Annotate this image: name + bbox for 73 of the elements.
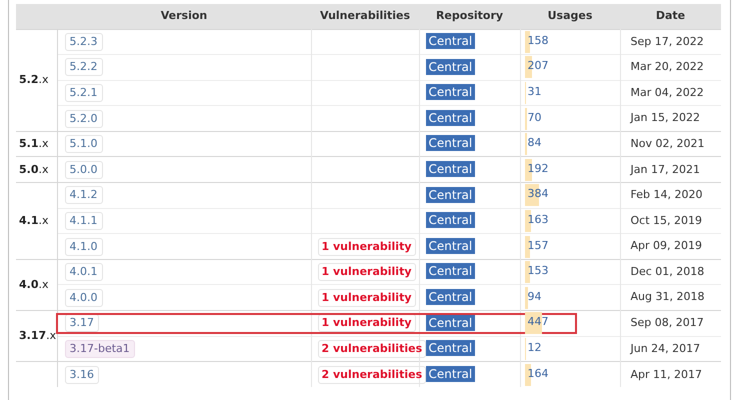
version-link[interactable]: 5.2.0 — [64, 110, 102, 128]
vulnerability-link[interactable]: 1 vulnerability — [318, 288, 416, 307]
release-date: Sep 08, 2017 — [630, 316, 704, 330]
version-group-label: 4.1.x — [19, 214, 49, 227]
release-date: Jan 17, 2021 — [630, 162, 700, 176]
repository-tag[interactable]: Central — [426, 366, 476, 382]
usage-count[interactable]: 384 — [528, 186, 548, 203]
usage-count[interactable]: 207 — [528, 58, 548, 75]
usage-count[interactable]: 31 — [528, 84, 542, 100]
vulnerability-link[interactable]: 1 vulnerability — [318, 314, 416, 332]
usage-count[interactable]: 447 — [528, 314, 548, 331]
repository-tag[interactable]: Central — [426, 186, 476, 203]
usage-count[interactable]: 12 — [528, 340, 542, 356]
repository-tag[interactable]: Central — [426, 135, 476, 152]
version-link[interactable]: 4.1.1 — [64, 212, 102, 230]
repository-tag[interactable]: Central — [426, 314, 476, 331]
repository-tag[interactable]: Central — [426, 58, 476, 75]
usage-count[interactable]: 164 — [528, 366, 548, 382]
release-date: Jun 24, 2017 — [630, 342, 700, 355]
version-link[interactable]: 5.2.3 — [64, 32, 102, 51]
vulnerability-link[interactable]: 2 vulnerabilities — [318, 340, 426, 358]
repository-tag[interactable]: Central — [426, 84, 476, 100]
usage-count[interactable]: 163 — [528, 212, 548, 228]
column-header: Date — [620, 4, 721, 29]
version-group-label: 5.0.x — [19, 162, 49, 176]
release-date: Oct 15, 2019 — [630, 214, 702, 227]
usage-count[interactable]: 94 — [528, 288, 542, 306]
repository-tag[interactable]: Central — [426, 33, 476, 50]
release-date: Mar 20, 2022 — [630, 60, 704, 74]
version-group-label: 4.0.x — [19, 278, 49, 291]
repository-tag[interactable]: Central — [426, 288, 476, 305]
version-link[interactable]: 5.2.2 — [64, 58, 102, 76]
vulnerability-link[interactable]: 1 vulnerability — [318, 263, 416, 282]
version-link[interactable]: 3.16 — [64, 366, 99, 384]
version-link[interactable]: 4.1.0 — [64, 238, 102, 256]
column-header: Version — [57, 4, 311, 29]
release-date: Aug 31, 2018 — [630, 290, 704, 304]
version-link[interactable]: 5.1.0 — [64, 135, 102, 154]
repository-tag[interactable]: Central — [426, 340, 476, 356]
repository-tag[interactable]: Central — [426, 212, 476, 228]
version-link[interactable]: 5.2.1 — [64, 84, 102, 102]
version-group-label: 5.2.x — [19, 72, 49, 86]
repository-tag[interactable]: Central — [426, 110, 476, 126]
column-header: Repository — [419, 4, 520, 29]
release-date: Mar 04, 2022 — [630, 86, 704, 99]
vulnerability-link[interactable]: 1 vulnerability — [318, 238, 416, 256]
release-date: Sep 17, 2022 — [630, 34, 704, 48]
version-link[interactable]: 4.1.2 — [64, 186, 102, 204]
version-link[interactable]: 3.17-beta1 — [64, 340, 135, 358]
usage-count[interactable]: 192 — [528, 160, 548, 178]
usage-count[interactable]: 158 — [528, 32, 548, 50]
repository-tag[interactable]: Central — [426, 263, 476, 280]
version-group-label: 5.1.x — [19, 136, 49, 150]
release-date: Nov 02, 2021 — [630, 136, 704, 150]
release-date: Apr 09, 2019 — [630, 239, 702, 252]
version-link[interactable]: 5.0.0 — [64, 160, 102, 179]
release-date: Dec 01, 2018 — [630, 264, 704, 278]
repository-tag[interactable]: Central — [426, 238, 476, 254]
version-link[interactable]: 4.0.1 — [64, 263, 102, 282]
release-date: Jan 15, 2022 — [630, 111, 700, 124]
version-link[interactable]: 4.0.0 — [64, 288, 102, 307]
column-header: Vulnerabilities — [311, 4, 419, 29]
usage-count[interactable]: 153 — [528, 263, 548, 280]
column-header: Usages — [520, 4, 620, 29]
version-group-label: 3.17.x — [19, 328, 56, 342]
vulnerability-link[interactable]: 2 vulnerabilities — [318, 366, 426, 384]
release-date: Apr 11, 2017 — [630, 368, 702, 381]
usage-count[interactable]: 70 — [528, 110, 542, 126]
usage-count[interactable]: 84 — [528, 135, 542, 152]
version-link[interactable]: 3.17 — [64, 314, 99, 332]
repository-tag[interactable]: Central — [426, 161, 476, 178]
release-date: Feb 14, 2020 — [630, 188, 702, 202]
usage-count[interactable]: 157 — [528, 238, 548, 254]
